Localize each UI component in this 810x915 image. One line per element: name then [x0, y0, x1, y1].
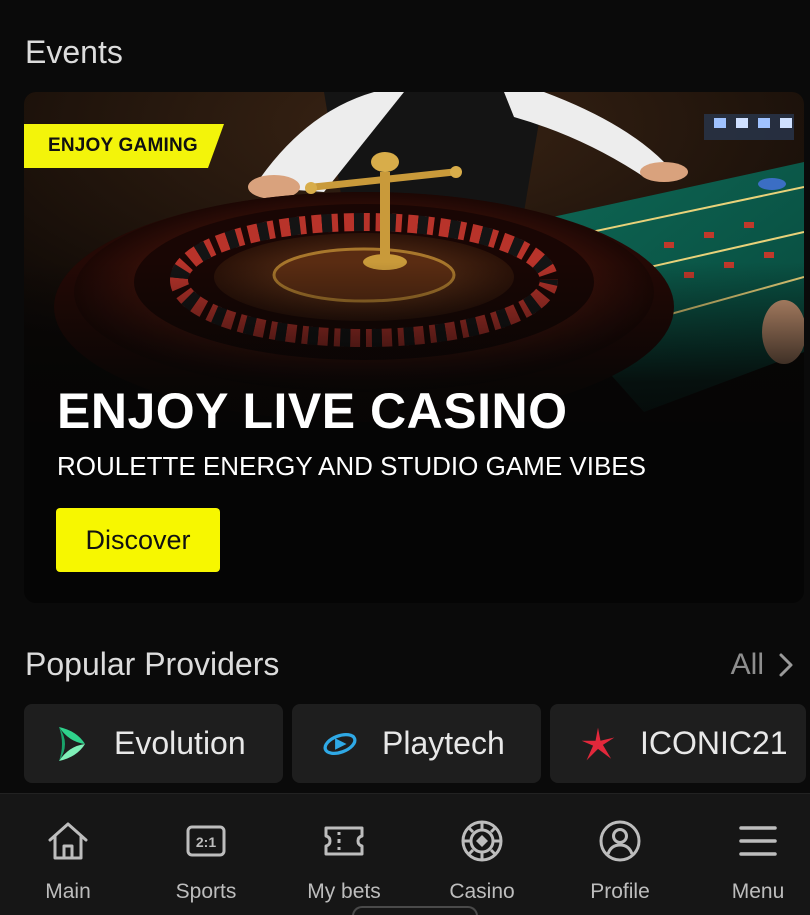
provider-name: Playtech	[382, 725, 505, 761]
ticket-icon	[324, 826, 364, 856]
live-casino-banner[interactable]: ENJOY GAMING ENJOY LIVE CASINO ROULETTE …	[24, 92, 804, 603]
scoreboard-icon: 2:1	[186, 825, 226, 857]
provider-card-evolution[interactable]: Evolution	[24, 704, 283, 783]
provider-name: Evolution	[114, 725, 246, 761]
nav-item-casino[interactable]: Casino	[417, 818, 547, 904]
banner-title: ENJOY LIVE CASINO	[57, 383, 568, 439]
provider-card-playtech[interactable]: Playtech	[292, 704, 541, 783]
iconic21-star-icon	[580, 726, 616, 762]
nav-label: Profile	[590, 880, 650, 903]
events-section-title: Events	[25, 34, 123, 70]
hamburger-menu-icon	[739, 826, 777, 856]
provider-card-iconic21[interactable]: ICONIC21	[550, 704, 806, 783]
providers-row: Evolution Playtech ICONIC21	[24, 704, 806, 783]
nav-label: Casino	[449, 880, 515, 903]
banner-subtitle: ROULETTE ENERGY AND STUDIO GAME VIBES	[57, 451, 646, 481]
chevron-right-icon	[779, 653, 793, 677]
provider-name: ICONIC21	[640, 725, 788, 761]
popular-providers-title: Popular Providers	[25, 646, 280, 682]
nav-label: Menu	[731, 880, 785, 903]
bottom-navigation: Main 2:1 Sports My bets Casino Profile M…	[0, 793, 810, 915]
nav-item-main[interactable]: Main	[3, 818, 133, 904]
nav-label: Sports	[175, 880, 237, 903]
scoreboard-icon-text: 2:1	[196, 834, 216, 850]
providers-all-link[interactable]: All	[731, 648, 794, 682]
playtech-logo-icon	[322, 726, 358, 762]
nav-item-menu[interactable]: Menu	[693, 818, 810, 904]
discover-button[interactable]: Discover	[56, 508, 220, 572]
evolution-logo-icon	[54, 726, 90, 762]
nav-item-my-bets[interactable]: My bets	[279, 818, 409, 904]
nav-item-profile[interactable]: Profile	[555, 818, 685, 904]
enjoy-gaming-tag: ENJOY GAMING	[24, 124, 224, 168]
home-icon	[48, 822, 88, 860]
casino-chip-icon	[461, 820, 503, 862]
all-label: All	[730, 648, 764, 681]
nav-label: Main	[45, 880, 91, 903]
nav-item-sports[interactable]: 2:1 Sports	[141, 818, 271, 904]
home-indicator[interactable]	[352, 906, 478, 915]
nav-label: My bets	[307, 880, 381, 903]
casino-home-screen: Events ENJOY GAMING ENJOY LIVE CASINO RO…	[0, 0, 810, 915]
user-circle-icon	[599, 820, 641, 862]
